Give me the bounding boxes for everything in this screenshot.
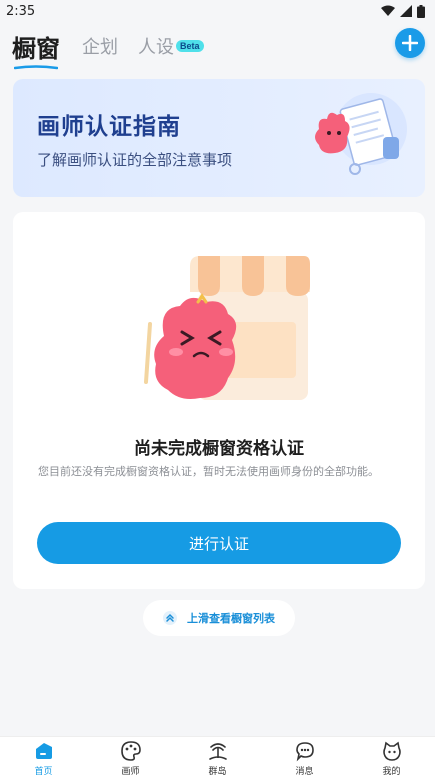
top-tabs: 橱窗 企划 人设 Beta	[0, 24, 435, 69]
guide-illustration	[315, 93, 407, 175]
island-icon	[208, 743, 227, 760]
tab-showcase[interactable]: 橱窗	[12, 29, 60, 69]
nav-artists[interactable]: 画师	[101, 740, 161, 777]
certification-card: 尚未完成橱窗资格认证 您目前还没有完成橱窗资格认证，暂时无法使用画师身份的全部功…	[13, 212, 425, 589]
nav-profile[interactable]: 我的	[362, 740, 422, 777]
status-time: 2:35	[6, 3, 36, 19]
nav-artists-label: 画师	[121, 767, 140, 777]
swipe-hint-label: 上滑查看橱窗列表	[187, 612, 275, 625]
tab-underline	[14, 64, 58, 69]
swipe-up-hint[interactable]: 上滑查看橱窗列表	[143, 600, 295, 636]
tab-showcase-label: 橱窗	[12, 34, 60, 63]
wifi-icon	[381, 5, 395, 16]
start-certification-button[interactable]: 进行认证	[37, 522, 401, 564]
nav-islands-label: 群岛	[208, 767, 227, 777]
tab-planning[interactable]: 企划	[82, 33, 118, 59]
signal-icon	[400, 5, 412, 17]
battery-icon	[417, 4, 425, 18]
mascot-shop-illustration	[144, 256, 310, 400]
banner-title: 画师认证指南	[37, 114, 181, 140]
nav-home[interactable]: 首页	[14, 740, 74, 777]
nav-islands[interactable]: 群岛	[188, 740, 248, 777]
profile-icon	[382, 741, 401, 761]
bottom-nav: 首页 画师 群岛 消息 我的	[0, 736, 435, 780]
home-icon	[35, 743, 52, 759]
tab-persona-label: 人设	[138, 37, 174, 58]
banner-subtitle: 了解画师认证的全部注意事项	[37, 151, 233, 169]
palette-icon	[120, 741, 141, 761]
nav-profile-label: 我的	[382, 767, 401, 777]
chevron-up-icon	[163, 611, 177, 625]
add-button[interactable]	[395, 28, 425, 58]
nav-messages[interactable]: 消息	[275, 740, 335, 777]
message-icon	[295, 742, 314, 762]
tab-planning-label: 企划	[82, 37, 118, 58]
plus-icon	[402, 35, 418, 51]
status-bar: 2:35	[0, 0, 435, 22]
status-icons	[381, 4, 425, 18]
beta-badge: Beta	[176, 40, 204, 52]
card-description: 您目前还没有完成橱窗资格认证，暂时无法使用画师身份的全部功能。	[38, 465, 379, 478]
card-title: 尚未完成橱窗资格认证	[134, 439, 304, 459]
certification-guide-banner[interactable]: 画师认证指南 了解画师认证的全部注意事项	[13, 79, 425, 197]
nav-messages-label: 消息	[295, 767, 314, 777]
nav-home-label: 首页	[34, 767, 53, 777]
tab-persona[interactable]: 人设 Beta	[138, 33, 204, 59]
